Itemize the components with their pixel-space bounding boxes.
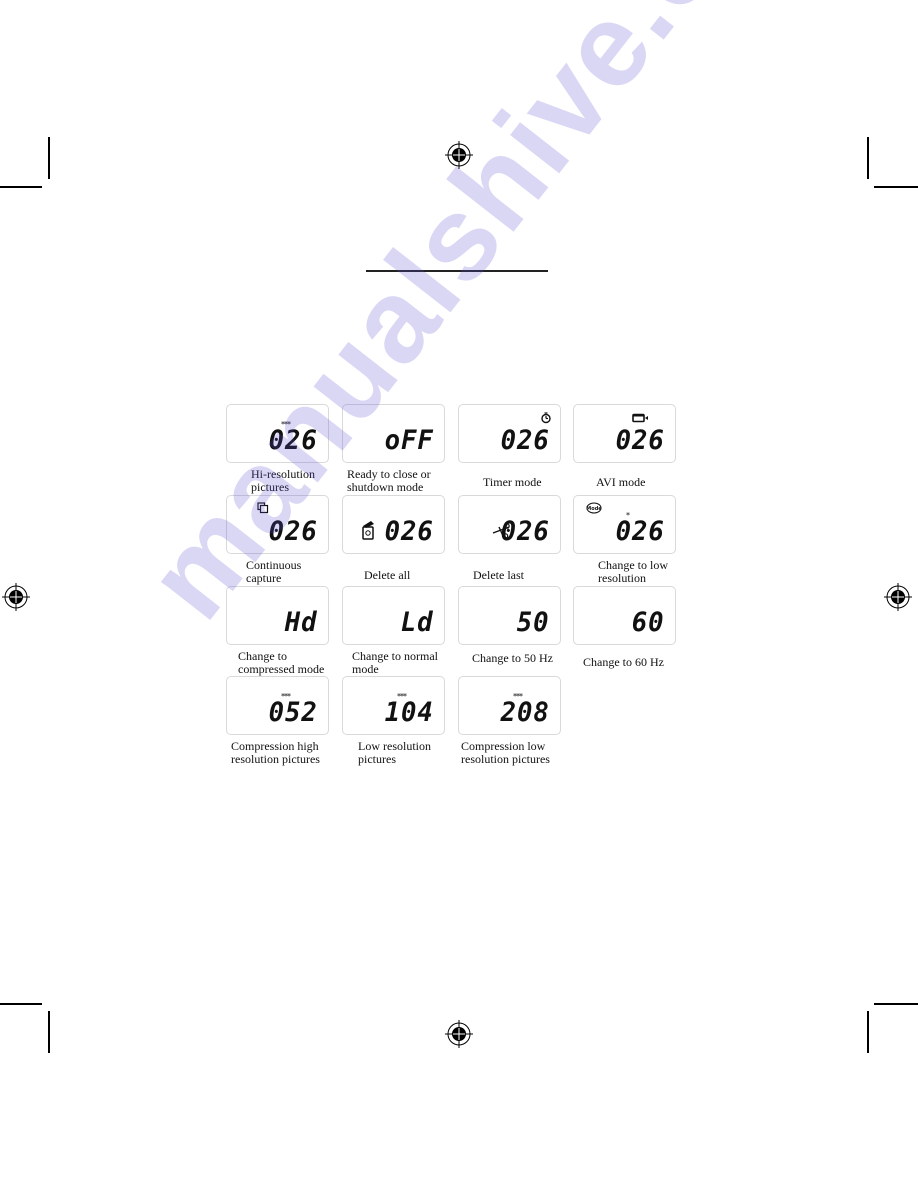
caption-line: pictures xyxy=(251,480,289,494)
lcd-display: 50 xyxy=(458,586,561,645)
svg-text:Mode: Mode xyxy=(586,506,602,512)
caption-line: Delete last xyxy=(473,568,524,582)
caption-line: AVI mode xyxy=(596,475,646,489)
indicator-caption: Change to low resolution xyxy=(598,559,668,585)
registration-mark-bottom xyxy=(445,1020,473,1048)
lcd-display: 026 * Mode xyxy=(573,495,676,554)
indicator-caption: Change to 60 Hz xyxy=(583,656,664,669)
lcd-display: 026 xyxy=(458,495,561,554)
registration-mark-left xyxy=(2,583,30,611)
crop-mark-bottom-right-v xyxy=(867,1011,869,1053)
crop-mark-bottom-right-h xyxy=(874,1003,918,1005)
trash-bin-icon xyxy=(361,520,375,545)
lcd-display: 208 *** xyxy=(458,676,561,735)
lcd-readout: 052 xyxy=(268,697,318,728)
three-stars-icon: *** xyxy=(397,692,407,701)
indicator-caption: AVI mode xyxy=(596,476,645,489)
lcd-readout: Ld xyxy=(401,607,434,638)
lcd-display: oFF xyxy=(342,404,445,463)
lcd-readout: 50 xyxy=(517,607,550,638)
three-stars-icon: *** xyxy=(281,692,291,701)
caption-line: Delete all xyxy=(364,568,411,582)
lcd-display: 026 xyxy=(573,404,676,463)
caption-line: resolution pictures xyxy=(231,752,320,766)
indicator-caption: Change to compressed mode xyxy=(238,650,324,676)
crop-mark-bottom-left-v xyxy=(48,1011,50,1053)
lcd-readout: Hd xyxy=(285,607,318,638)
scissors-icon xyxy=(492,523,512,544)
indicator-caption: Delete last xyxy=(473,569,524,582)
indicator-caption: Low resolution pictures xyxy=(358,740,431,766)
lcd-readout: oFF xyxy=(384,425,434,456)
lcd-readout: 104 xyxy=(384,697,434,728)
indicator-caption: Hi-resolution pictures xyxy=(251,468,315,494)
lcd-readout: 026 xyxy=(615,516,665,547)
caption-line: Change to 60 Hz xyxy=(583,655,664,669)
indicator-caption: Compression high resolution pictures xyxy=(231,740,320,766)
caption-line: shutdown mode xyxy=(347,480,424,494)
lcd-display: 052 *** xyxy=(226,676,329,735)
caption-line: Change to 50 Hz xyxy=(472,651,553,665)
indicator-caption: Continuous capture xyxy=(246,559,301,585)
caption-line: compressed mode xyxy=(238,662,325,676)
continuous-capture-icon xyxy=(257,501,269,519)
mode-icon: Mode xyxy=(586,501,602,519)
indicator-caption: Ready to close or shutdown mode xyxy=(347,468,431,494)
indicator-caption: Change to normal mode xyxy=(352,650,438,676)
lcd-readout: 026 xyxy=(268,425,318,456)
three-stars-icon: *** xyxy=(513,692,523,701)
caption-line: mode xyxy=(352,662,379,676)
lcd-readout: 026 xyxy=(268,516,318,547)
lcd-display: 60 xyxy=(573,586,676,645)
lcd-readout: 208 xyxy=(500,697,550,728)
timer-icon xyxy=(540,411,552,429)
video-camera-icon xyxy=(632,410,650,428)
crop-mark-top-left-v xyxy=(48,137,50,179)
caption-line: resolution xyxy=(598,571,646,585)
lcd-readout: 026 xyxy=(500,425,550,456)
caption-line: capture xyxy=(246,571,282,585)
lcd-readout: 60 xyxy=(632,607,665,638)
lcd-display: 026 *** xyxy=(226,404,329,463)
lcd-readout: 026 xyxy=(384,516,434,547)
caption-line: Timer mode xyxy=(483,475,542,489)
crop-mark-top-left-h xyxy=(0,186,42,188)
lcd-display: Ld xyxy=(342,586,445,645)
indicator-caption: Change to 50 Hz xyxy=(472,652,553,665)
registration-mark-top xyxy=(445,141,473,169)
indicator-caption: Timer mode xyxy=(483,476,542,489)
lcd-display: 104 *** xyxy=(342,676,445,735)
caption-line: resolution pictures xyxy=(461,752,550,766)
section-title-underline xyxy=(366,270,548,272)
crop-mark-top-right-v xyxy=(867,137,869,179)
indicator-caption: Delete all xyxy=(364,569,410,582)
lcd-display: 026 xyxy=(458,404,561,463)
crop-mark-top-right-h xyxy=(874,186,918,188)
registration-mark-right xyxy=(884,583,912,611)
star-icon: * xyxy=(626,511,630,520)
lcd-display: Hd xyxy=(226,586,329,645)
three-stars-icon: *** xyxy=(281,420,291,429)
lcd-display: 026 xyxy=(342,495,445,554)
lcd-readout: 026 xyxy=(615,425,665,456)
crop-mark-bottom-left-h xyxy=(0,1003,42,1005)
indicator-caption: Compression low resolution pictures xyxy=(461,740,550,766)
caption-line: pictures xyxy=(358,752,396,766)
lcd-display: 026 xyxy=(226,495,329,554)
